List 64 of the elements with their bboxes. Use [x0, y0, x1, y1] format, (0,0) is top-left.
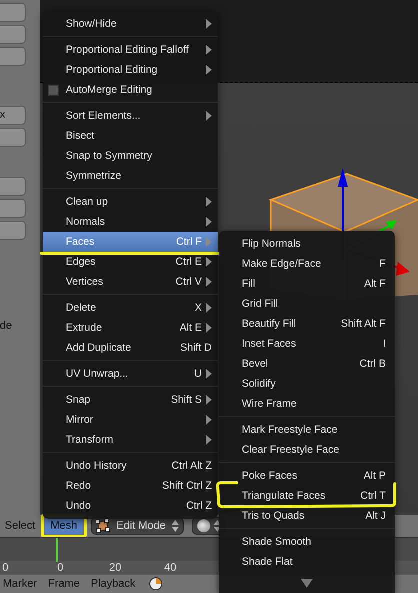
menu-item[interactable]: Proportional Editing	[43, 60, 218, 80]
panel-button[interactable]	[0, 177, 26, 196]
panel-button[interactable]: x	[0, 106, 26, 125]
panel-button[interactable]	[0, 221, 26, 240]
submenu-arrow-icon	[206, 111, 212, 121]
menu-item[interactable]: Make Edge/Face F	[219, 254, 395, 274]
menu-item[interactable]: Clean up	[43, 192, 218, 212]
menu-item[interactable]: Triangulate Faces Ctrl T	[219, 486, 395, 506]
menu-item[interactable]: Transform	[43, 430, 218, 450]
menu-item[interactable]: Mirror	[43, 410, 218, 430]
menu-button[interactable]: Playback	[91, 578, 136, 590]
menu-item[interactable]: Tris to Quads Alt J	[219, 506, 395, 526]
menu-item[interactable]: Shade Flat	[219, 552, 395, 572]
menu-item[interactable]: Snap Shift S	[43, 390, 218, 410]
frame-number: 20	[108, 561, 123, 575]
up-down-arrows-icon	[172, 520, 180, 532]
menu-item[interactable]: Extrude Alt E	[43, 318, 218, 338]
menu-button[interactable]: Marker	[3, 578, 38, 590]
menu-item[interactable]: Wire Frame	[219, 394, 395, 414]
frame-number: 40	[163, 561, 178, 575]
menu-item[interactable]: Bisect	[43, 126, 218, 146]
frame-number: 0	[56, 561, 65, 575]
menu-item[interactable]: Snap to Symmetry	[43, 146, 218, 166]
menu-item[interactable]: Shade Smooth	[219, 532, 395, 552]
frame-number: 0	[1, 561, 10, 575]
panel-button[interactable]	[0, 25, 26, 44]
scroll-down-icon[interactable]	[301, 579, 313, 588]
menu-item[interactable]: AutoMerge Editing	[43, 80, 218, 100]
menu-item[interactable]: Grid Fill	[219, 294, 395, 314]
menu-item[interactable]: Undo Ctrl Z	[43, 496, 218, 516]
panel-button[interactable]	[0, 128, 26, 147]
submenu-arrow-icon	[206, 19, 212, 29]
menu-item[interactable]: Proportional Editing Falloff	[43, 40, 218, 60]
panel-text: de	[0, 320, 12, 332]
menu-item[interactable]: Fill Alt F	[219, 274, 395, 294]
stopwatch-icon[interactable]	[148, 577, 163, 591]
menu-button[interactable]: Frame	[48, 578, 80, 590]
menu-item[interactable]: Sort Elements...	[43, 106, 218, 126]
menu-item[interactable]: Normals	[43, 212, 218, 232]
menu-item[interactable]: Mark Freestyle Face	[219, 420, 395, 440]
menu-item[interactable]: Poke Faces Alt P	[219, 466, 395, 486]
menu-item[interactable]: Inset Faces I	[219, 334, 395, 354]
menu-item[interactable]: Redo Shift Ctrl Z	[43, 476, 218, 496]
menu-item[interactable]: Add Duplicate Shift D	[43, 338, 218, 358]
menu-item[interactable]: UV Unwrap... U	[43, 364, 218, 384]
menu-item[interactable]: Beautify Fill Shift Alt F	[219, 314, 395, 334]
menu-item[interactable]: Flip Normals	[219, 234, 395, 254]
menu-item[interactable]: Solidify	[219, 374, 395, 394]
panel-button[interactable]	[0, 199, 26, 218]
submenu-arrow-icon	[206, 369, 212, 379]
menu-item[interactable]: Show/Hide	[43, 14, 218, 34]
menu-item[interactable]: Vertices Ctrl V	[43, 272, 218, 292]
menu-item[interactable]: Bevel Ctrl B	[219, 354, 395, 374]
panel-button[interactable]	[0, 47, 26, 66]
menu-item[interactable]: Symmetrize	[43, 166, 218, 186]
menu-item[interactable]: Undo History Ctrl Alt Z	[43, 456, 218, 476]
menu-item[interactable]: Clear Freestyle Face	[219, 440, 395, 460]
checkbox[interactable]	[48, 85, 59, 96]
sphere-icon	[197, 519, 212, 533]
menu-button[interactable]: Select	[2, 517, 39, 535]
menu-item[interactable]: Faces Ctrl F	[43, 232, 218, 252]
menu-item[interactable]: Delete X	[43, 298, 218, 318]
menu-item[interactable]: Edges Ctrl E	[43, 252, 218, 272]
panel-button[interactable]	[0, 3, 26, 22]
